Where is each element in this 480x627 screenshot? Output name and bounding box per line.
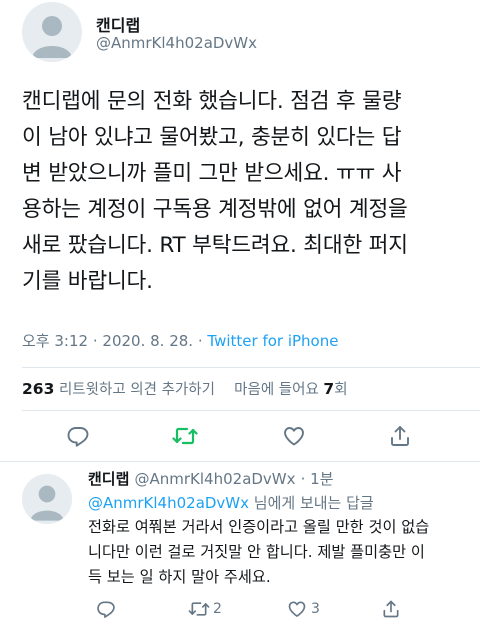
reply-button[interactable] <box>66 424 90 448</box>
like-button[interactable] <box>282 424 306 448</box>
reply-retweet-button[interactable]: 2 <box>188 599 222 619</box>
retweet-stat[interactable]: 263 리트윗하고 의견 추가하기 <box>22 380 220 398</box>
reply-icon <box>97 601 115 618</box>
retweet-icon <box>172 427 198 445</box>
heart-icon <box>284 427 304 446</box>
replying-to-suffix: 님에게 보내는 답글 <box>249 494 374 512</box>
reply-reply-button[interactable] <box>96 599 116 619</box>
tweet-stats: 263 리트윗하고 의견 추가하기 마음에 들어요 7회 <box>22 378 348 399</box>
reply-text-line: 득 보는 일 하지 말아 주세요. <box>88 568 271 586</box>
replying-to-handle[interactable]: @AnmrKl4h02aDvWx <box>88 494 249 512</box>
reply-avatar[interactable] <box>22 474 72 524</box>
tweet-text-line: 기를 바랍니다. <box>22 269 153 294</box>
meta-separator: · <box>197 332 203 350</box>
reply-share-button[interactable] <box>381 599 401 619</box>
tweet-meta: 오후 3:12 · 2020. 8. 28. · Twitter for iPh… <box>22 330 338 351</box>
share-button[interactable] <box>388 424 412 448</box>
heart-icon <box>288 601 306 617</box>
reply-text-line: 니다만 이런 걸로 거짓말 안 합니다. 제발 플미충만 이 <box>88 543 425 561</box>
like-suffix: 회 <box>334 382 348 398</box>
reply-retweet-count: 2 <box>213 601 222 617</box>
like-label: 마음에 들어요 <box>234 382 319 398</box>
tweet-text-line: 변 받았으니까 플미 그만 받으세요. ㅠㅠ 사 <box>22 161 402 186</box>
tweet-time: 오후 3:12 <box>22 332 89 350</box>
retweet-button[interactable] <box>172 424 198 448</box>
tweet-text-line: 용하는 계정이 구독용 계정밖에 없어 계정을 <box>22 197 408 222</box>
user-handle[interactable]: @AnmrKl4h02aDvWx <box>96 34 257 52</box>
divider <box>22 367 480 368</box>
tweet-date: 2020. 8. 28. <box>102 332 194 350</box>
tweet-text-line: 이 남아 있냐고 물어봤고, 충분히 있다는 답 <box>22 125 402 150</box>
default-avatar-icon <box>22 2 82 62</box>
share-icon <box>383 600 399 618</box>
share-icon <box>391 426 409 446</box>
reply-display-name[interactable]: 캔디랩 <box>88 470 129 488</box>
like-count: 7 <box>323 380 335 398</box>
avatar[interactable] <box>22 2 82 62</box>
reply-text-line: 전화로 여쭤본 거라서 인증이라고 올릴 만한 것이 없습 <box>88 518 430 536</box>
reply-time[interactable]: · 1분 <box>301 470 334 488</box>
reply-header: 캔디랩 @AnmrKl4h02aDvWx · 1분 <box>88 468 334 489</box>
reply-icon <box>67 427 89 447</box>
tweet-text: 캔디랩에 문의 전화 했습니다. 점검 후 물량 이 남아 있냐고 물어봤고, … <box>22 84 472 300</box>
retweet-icon <box>188 602 210 616</box>
reply-like-count: 3 <box>311 601 320 617</box>
default-avatar-icon <box>22 474 72 524</box>
divider <box>0 461 480 462</box>
like-stat[interactable]: 마음에 들어요 7회 <box>234 380 348 398</box>
retweet-count: 263 <box>22 380 55 398</box>
tweet-source-link[interactable]: Twitter for iPhone <box>207 332 338 350</box>
reply-like-button[interactable]: 3 <box>287 599 320 619</box>
tweet-text-line: 새로 팠습니다. RT 부탁드려요. 최대한 퍼지 <box>22 233 408 258</box>
reply-text: 전화로 여쭤본 거라서 인증이라고 올릴 만한 것이 없습 니다만 이런 걸로 … <box>88 515 480 590</box>
reply-handle[interactable]: @AnmrKl4h02aDvWx <box>135 470 296 488</box>
display-name[interactable]: 캔디랩 <box>96 12 140 36</box>
tweet-text-line: 캔디랩에 문의 전화 했습니다. 점검 후 물량 <box>22 89 402 114</box>
replying-to: @AnmrKl4h02aDvWx 님에게 보내는 답글 <box>88 492 374 513</box>
meta-separator: · <box>92 332 98 350</box>
retweet-label: 리트윗하고 의견 추가하기 <box>58 382 215 398</box>
divider <box>22 410 480 411</box>
